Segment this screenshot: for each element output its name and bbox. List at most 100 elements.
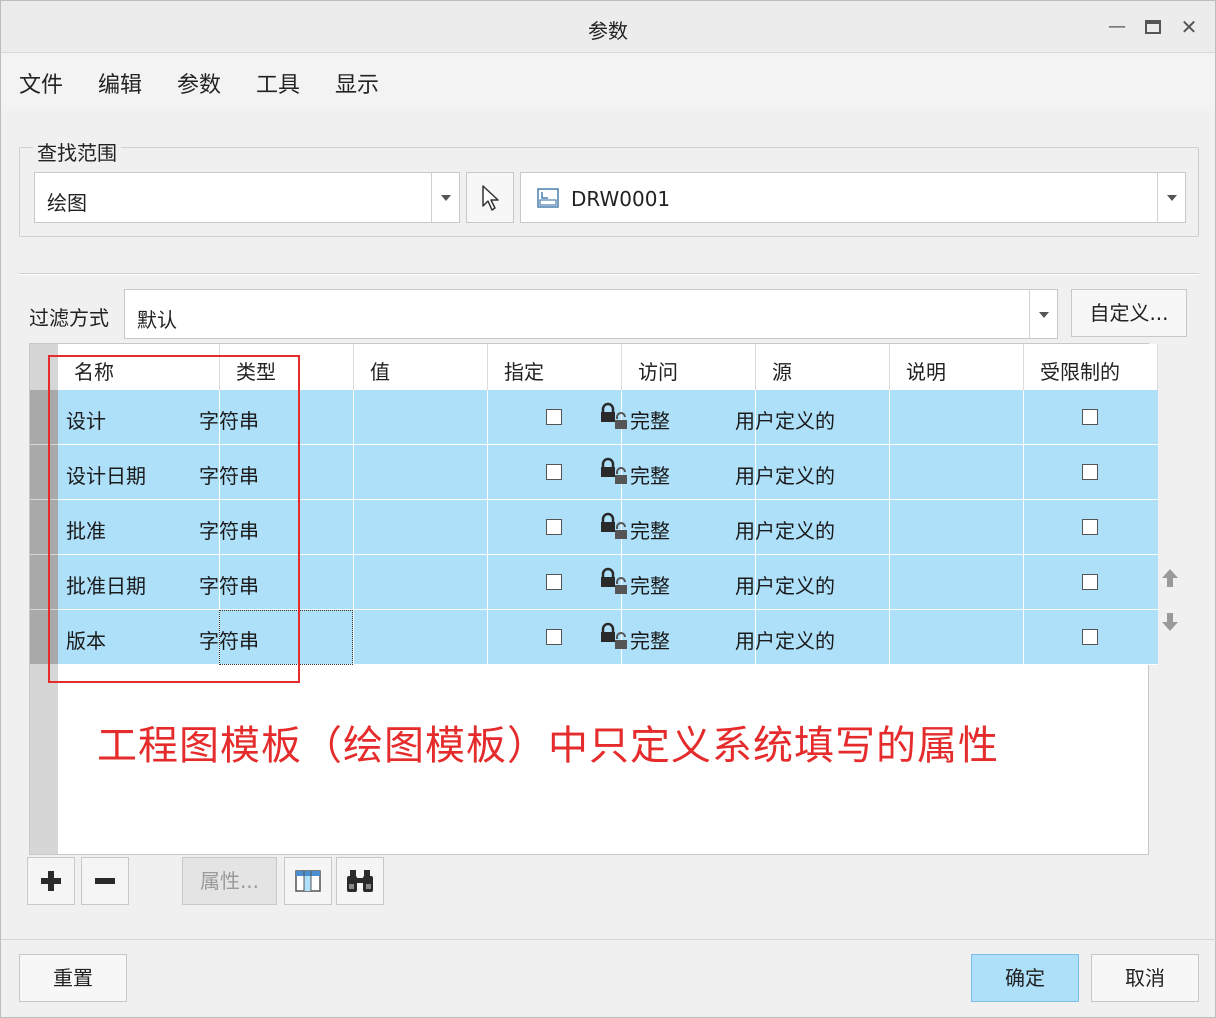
cell-source[interactable]: 用户定义的 — [735, 460, 835, 489]
footer-divider — [1, 939, 1216, 940]
restricted-checkbox[interactable] — [1082, 409, 1098, 425]
designate-checkbox[interactable] — [546, 464, 562, 480]
filter-label: 过滤方式 — [29, 306, 109, 330]
cell-divider — [889, 390, 890, 445]
lock-icon — [601, 622, 627, 649]
designate-checkbox[interactable] — [546, 629, 562, 645]
chevron-down-icon[interactable] — [1029, 290, 1057, 338]
object-select-value: DRW0001 — [571, 187, 671, 211]
minimize-icon[interactable]: — — [1105, 15, 1129, 39]
add-row-button[interactable] — [27, 857, 75, 905]
cell-access[interactable]: 完整 — [630, 460, 670, 489]
col-divider — [621, 344, 622, 390]
restricted-checkbox[interactable] — [1082, 629, 1098, 645]
cell-source[interactable]: 用户定义的 — [735, 405, 835, 434]
drawing-icon — [537, 188, 559, 208]
cell-source[interactable]: 用户定义的 — [735, 625, 835, 654]
cell-divider — [353, 555, 354, 610]
move-down-icon[interactable] — [1159, 611, 1181, 633]
col-divider — [1023, 344, 1024, 390]
ok-button[interactable]: 确定 — [971, 954, 1079, 1002]
find-button[interactable] — [336, 857, 384, 905]
annotation-text: 工程图模板（绘图模板）中只定义系统填写的属性 — [97, 723, 999, 769]
annotation-box — [48, 355, 300, 683]
designate-checkbox[interactable] — [546, 574, 562, 590]
move-up-icon[interactable] — [1159, 567, 1181, 589]
cell-divider — [889, 445, 890, 500]
cell-divider — [353, 390, 354, 445]
cell-divider — [487, 500, 488, 555]
menu-parameters[interactable]: 参数 — [177, 67, 221, 99]
col-description[interactable]: 说明 — [906, 356, 946, 385]
cell-divider — [1023, 555, 1024, 610]
col-divider — [1157, 344, 1158, 390]
cell-source[interactable]: 用户定义的 — [735, 570, 835, 599]
cell-access[interactable]: 完整 — [630, 570, 670, 599]
menu-file[interactable]: 文件 — [19, 67, 63, 99]
col-divider — [487, 344, 488, 390]
restricted-checkbox[interactable] — [1082, 464, 1098, 480]
col-divider — [353, 344, 354, 390]
parameters-dialog: 参数 — ✕ 文件 编辑 参数 工具 显示 查找范围 绘图 DRW0001 过滤… — [0, 0, 1216, 1018]
cell-divider — [487, 390, 488, 445]
restricted-checkbox[interactable] — [1082, 519, 1098, 535]
menu-edit[interactable]: 编辑 — [98, 67, 142, 99]
col-designate[interactable]: 指定 — [504, 356, 544, 385]
cell-divider — [353, 610, 354, 665]
cell-divider — [889, 610, 890, 665]
col-restricted[interactable]: 受限制的 — [1040, 356, 1120, 385]
cell-access[interactable]: 完整 — [630, 405, 670, 434]
lock-icon — [601, 512, 627, 539]
designate-checkbox[interactable] — [546, 409, 562, 425]
menu-bar: 文件 编辑 参数 工具 显示 — [1, 53, 1215, 111]
cell-divider — [487, 445, 488, 500]
cell-divider — [1023, 610, 1024, 665]
designate-checkbox[interactable] — [546, 519, 562, 535]
scope-select-value: 绘图 — [47, 191, 87, 215]
maximize-icon[interactable] — [1141, 15, 1165, 39]
reset-button[interactable]: 重置 — [19, 954, 127, 1002]
close-icon[interactable]: ✕ — [1177, 15, 1201, 39]
chevron-down-icon[interactable] — [431, 173, 459, 222]
restricted-checkbox[interactable] — [1082, 574, 1098, 590]
divider — [19, 273, 1199, 275]
scope-select[interactable]: 绘图 — [34, 172, 460, 223]
lock-icon — [601, 402, 627, 429]
window-title: 参数 — [588, 19, 628, 43]
plus-icon — [41, 871, 61, 891]
cell-divider — [1023, 445, 1024, 500]
select-pointer-button[interactable] — [466, 172, 514, 223]
cell-source[interactable]: 用户定义的 — [735, 515, 835, 544]
col-source[interactable]: 源 — [772, 356, 792, 385]
object-select[interactable]: DRW0001 — [520, 172, 1186, 223]
cell-access[interactable]: 完整 — [630, 515, 670, 544]
lock-icon — [601, 567, 627, 594]
cell-divider — [889, 500, 890, 555]
col-value[interactable]: 值 — [370, 356, 390, 385]
cell-divider — [1023, 390, 1024, 445]
menu-display[interactable]: 显示 — [335, 67, 379, 99]
title-bar: 参数 — ✕ — [1, 1, 1215, 53]
cell-divider — [353, 500, 354, 555]
remove-row-button[interactable] — [81, 857, 129, 905]
menu-tools[interactable]: 工具 — [256, 67, 300, 99]
lock-icon — [601, 457, 627, 484]
filter-select[interactable]: 默认 — [124, 289, 1058, 339]
table-columns-icon — [295, 870, 321, 892]
cell-access[interactable]: 完整 — [630, 625, 670, 654]
cancel-button[interactable]: 取消 — [1091, 954, 1199, 1002]
customize-button[interactable]: 自定义... — [1071, 289, 1187, 337]
chevron-down-icon[interactable] — [1157, 173, 1185, 222]
binoculars-icon — [347, 870, 373, 892]
col-divider — [755, 344, 756, 390]
col-divider — [889, 344, 890, 390]
properties-button[interactable]: 属性... — [182, 857, 277, 905]
col-access[interactable]: 访问 — [638, 356, 678, 385]
cell-divider — [487, 610, 488, 665]
lookup-group-title: 查找范围 — [33, 137, 121, 166]
cursor-arrow-icon — [482, 185, 499, 211]
filter-select-value: 默认 — [137, 308, 177, 332]
cell-divider — [353, 445, 354, 500]
table-columns-button[interactable] — [284, 857, 332, 905]
cell-divider — [889, 555, 890, 610]
